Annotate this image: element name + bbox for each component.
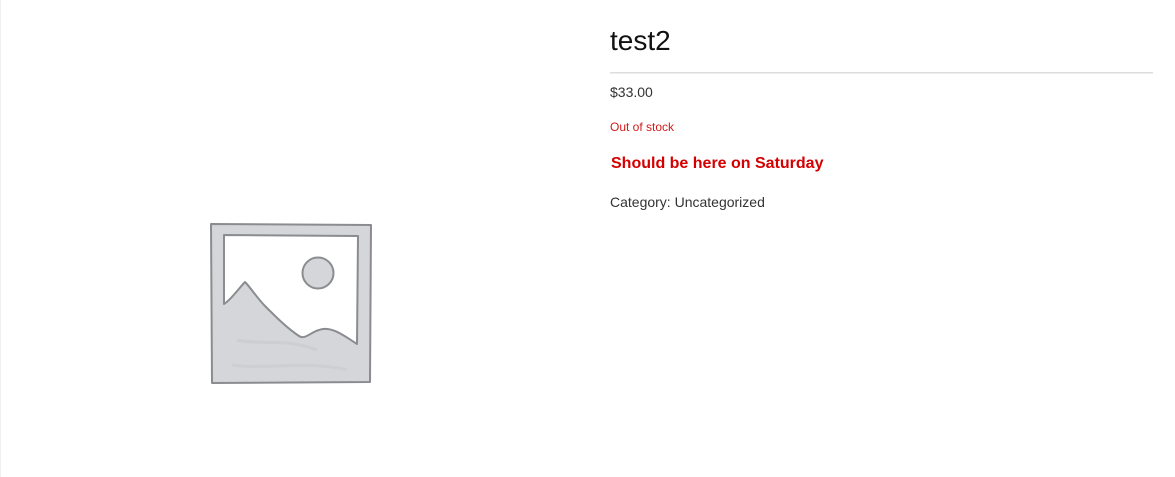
product-title: test2 <box>610 25 671 56</box>
availability-notice: Should be here on Saturday <box>611 155 824 172</box>
product-page: test2 $33.00 Out of stock Should be here… <box>0 0 1175 477</box>
product-gallery <box>1 0 581 477</box>
stock-status: Out of stock <box>610 120 675 134</box>
product-price: $33.00 <box>610 84 653 100</box>
category-label: Category: <box>610 194 671 210</box>
title-divider <box>610 72 1153 74</box>
product-meta: Category: Uncategorized <box>610 193 765 211</box>
image-placeholder-icon[interactable] <box>207 220 373 386</box>
category-link[interactable]: Uncategorized <box>675 194 765 210</box>
